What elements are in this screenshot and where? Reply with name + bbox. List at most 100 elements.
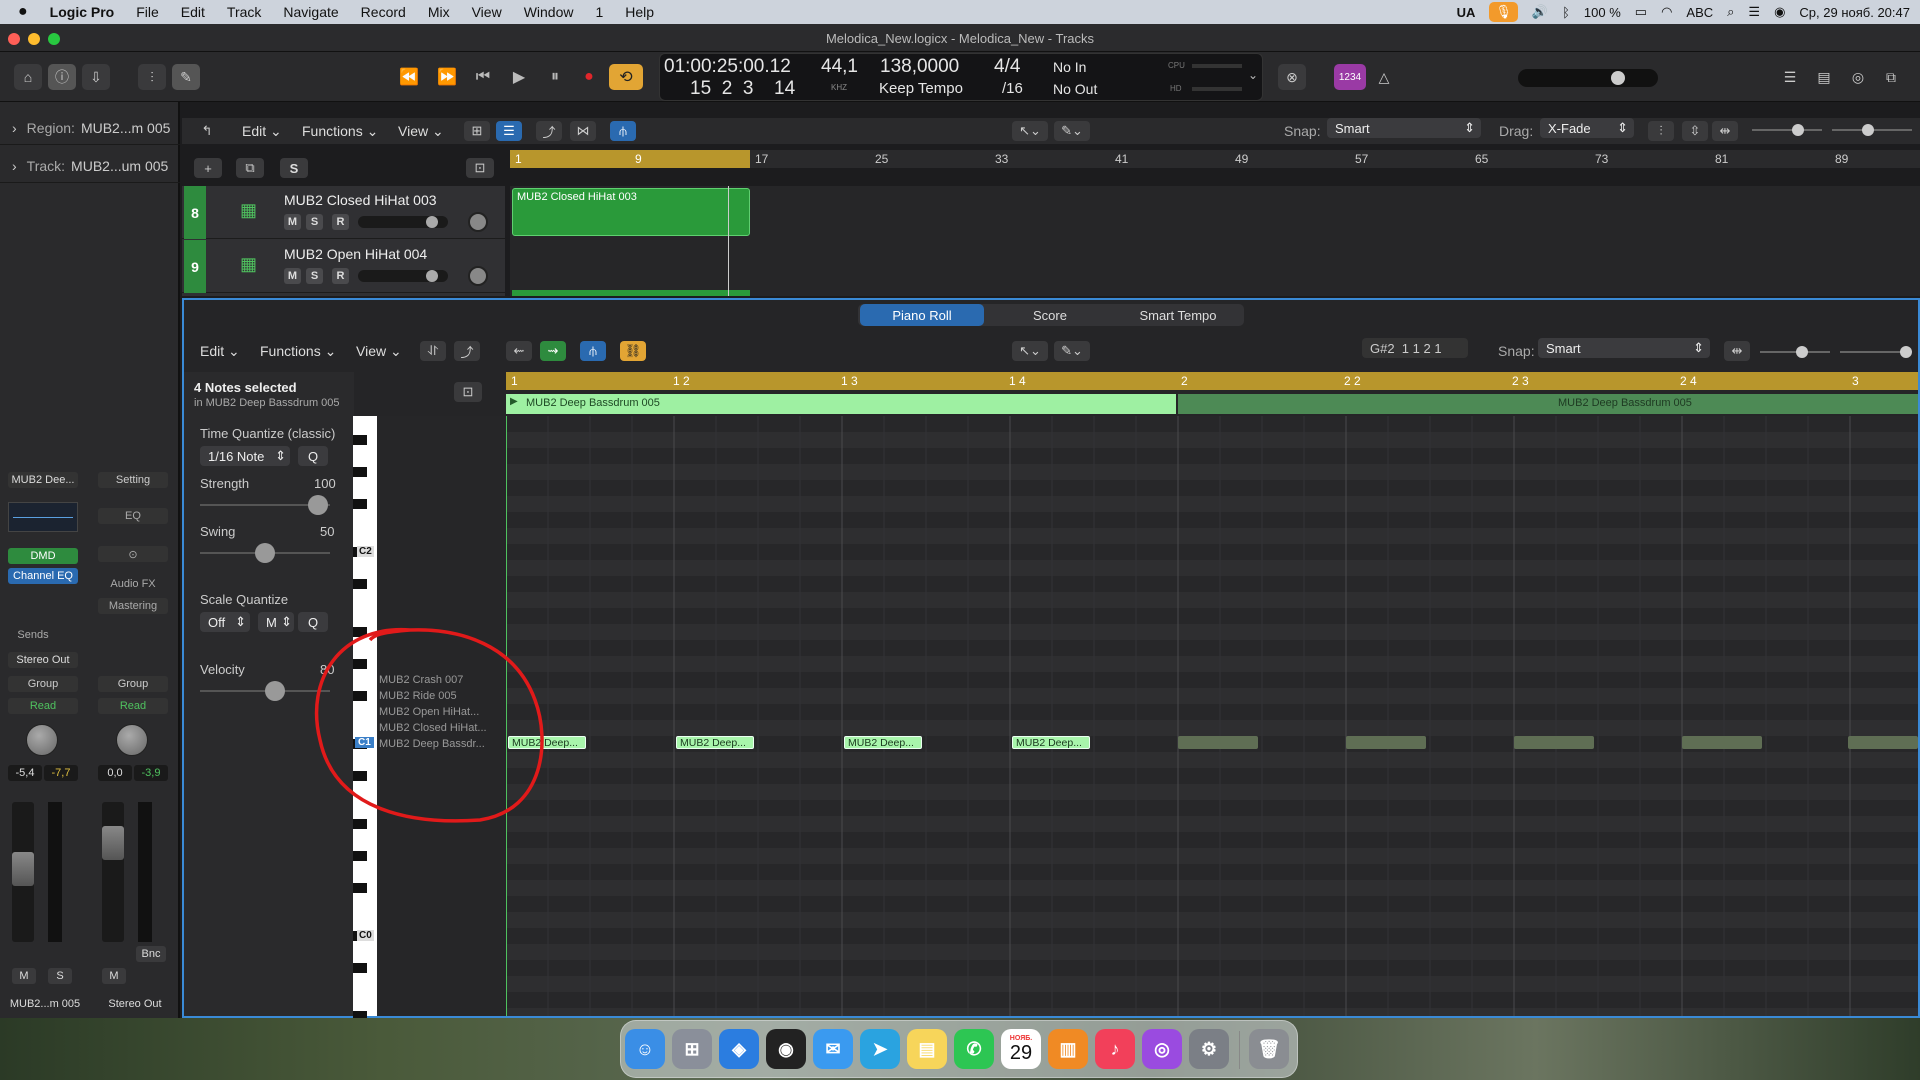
- bounce-button[interactable]: Bnc: [136, 946, 166, 962]
- menu-navigate[interactable]: Navigate: [272, 4, 349, 20]
- channel-eq-plugin[interactable]: Channel EQ: [8, 568, 78, 584]
- wifi-icon[interactable]: ◠: [1661, 4, 1672, 20]
- browser-icon[interactable]: ⧉: [1877, 64, 1905, 90]
- editors-button[interactable]: ✎: [172, 64, 200, 90]
- menu-view[interactable]: View: [461, 4, 513, 20]
- setting-button[interactable]: Setting: [98, 472, 168, 488]
- grid-view-icon[interactable]: ⊞: [464, 121, 490, 141]
- drag-select[interactable]: X-Fade ⇕: [1540, 118, 1634, 138]
- pan-knob[interactable]: [26, 724, 58, 756]
- playhead[interactable]: [728, 186, 729, 296]
- time-quantize-select[interactable]: 1/16 Note ⇕: [200, 446, 290, 466]
- notes-icon[interactable]: ▤: [907, 1029, 947, 1069]
- black-key[interactable]: [353, 883, 367, 893]
- piano-roll-ruler[interactable]: 1 1 2 1 3 1 4 2 2 2 2 3 2 4 3: [506, 372, 1918, 390]
- track-name[interactable]: MUB2 Open HiHat 004: [284, 246, 427, 262]
- library-button[interactable]: ⌂: [14, 64, 42, 90]
- mute-button[interactable]: M: [12, 968, 36, 984]
- input-language[interactable]: UA: [1457, 5, 1476, 20]
- music-icon[interactable]: ♪: [1095, 1029, 1135, 1069]
- cycle-region[interactable]: [510, 150, 750, 168]
- quantize-button[interactable]: Q: [298, 446, 328, 466]
- track-name[interactable]: MUB2 Closed HiHat 003: [284, 192, 437, 208]
- podcasts-icon[interactable]: ◎: [1142, 1029, 1182, 1069]
- count-in-badge[interactable]: 1234: [1334, 64, 1366, 90]
- logic-pro-icon[interactable]: ◉: [766, 1029, 806, 1069]
- snap-align-icon[interactable]: ⫛: [610, 121, 636, 141]
- mail-icon[interactable]: ✉: [813, 1029, 853, 1069]
- master-volume-thumb[interactable]: [1611, 71, 1625, 85]
- scale-root-select[interactable]: Off ⇕: [200, 612, 250, 632]
- microphone-icon[interactable]: 🎙: [1489, 2, 1518, 22]
- tab-piano-roll[interactable]: Piano Roll: [860, 304, 984, 326]
- whatsapp-icon[interactable]: ✆: [954, 1029, 994, 1069]
- pencil-tool-icon[interactable]: ✎⌄: [1054, 121, 1090, 141]
- volume-icon[interactable]: 🔊: [1532, 4, 1548, 20]
- pr-functions-menu[interactable]: Functions ⌄: [260, 341, 336, 361]
- track-record-button[interactable]: R: [332, 214, 349, 230]
- pr-automation-icon[interactable]: ⤴: [454, 341, 480, 361]
- track-record-button[interactable]: R: [332, 268, 349, 284]
- menu-mix[interactable]: Mix: [417, 4, 461, 20]
- finder-icon[interactable]: ☺: [625, 1029, 665, 1069]
- menu-track[interactable]: Track: [216, 4, 272, 20]
- midi-region[interactable]: MUB2 Closed HiHat 003: [512, 188, 750, 236]
- pr-snap-icon[interactable]: ⫛: [580, 341, 606, 361]
- track-inspector-header[interactable]: › Track: MUB2...um 005: [0, 149, 180, 183]
- master-volume-slider[interactable]: [1518, 69, 1658, 87]
- eq-thumbnail[interactable]: [8, 502, 78, 532]
- track-solo-button[interactable]: S: [306, 268, 323, 284]
- volume-fader-cap-2[interactable]: [102, 826, 124, 860]
- list-editors-icon[interactable]: ☰: [1776, 64, 1804, 90]
- pr-cycle-region[interactable]: [506, 372, 1918, 390]
- pan-knob-2[interactable]: [116, 724, 148, 756]
- smart-controls-button[interactable]: ⊗: [1278, 64, 1306, 90]
- pr-pointer-tool-icon[interactable]: ↖⌄: [1012, 341, 1048, 361]
- pr-pencil-tool-icon[interactable]: ✎⌄: [1054, 341, 1090, 361]
- black-key[interactable]: [353, 579, 367, 589]
- fit-horizontal-icon[interactable]: ⇹: [1712, 121, 1738, 141]
- midi-note-selected[interactable]: MUB2 Deep...: [676, 736, 754, 749]
- tracks-functions-menu[interactable]: Functions ⌄: [302, 121, 378, 141]
- loop-browser-icon[interactable]: ◎: [1844, 64, 1872, 90]
- track-volume-thumb[interactable]: [426, 270, 438, 282]
- track-mute-button[interactable]: M: [284, 268, 301, 284]
- calendar-icon[interactable]: НОЯБ. 29: [1001, 1029, 1041, 1069]
- lcd-dropdown-icon[interactable]: ⌄: [1248, 68, 1258, 82]
- flex-icon[interactable]: ⋈: [570, 121, 596, 141]
- catch-icon[interactable]: ↰: [194, 121, 220, 141]
- menu-window[interactable]: Window: [513, 4, 585, 20]
- horizontal-zoom-thumb[interactable]: [1862, 124, 1874, 136]
- mixer-button[interactable]: ⫶: [138, 64, 166, 90]
- loop-region-bar[interactable]: MUB2 Deep Bassdrum 005: [1178, 394, 1918, 414]
- toolbar-button[interactable]: ⇩: [82, 64, 110, 90]
- keyboard-layout[interactable]: ABC: [1686, 5, 1713, 20]
- volume-fader-cap[interactable]: [12, 852, 34, 886]
- vertical-zoom-thumb[interactable]: [1792, 124, 1804, 136]
- menu-logic-pro[interactable]: Logic Pro: [39, 4, 126, 20]
- track-pan-knob[interactable]: [468, 266, 488, 286]
- automation-mode-2[interactable]: Read: [98, 698, 168, 714]
- group-slot[interactable]: Group: [8, 676, 78, 692]
- pr-link-icon[interactable]: ⛓: [620, 341, 646, 361]
- track-mute-button[interactable]: M: [284, 214, 301, 230]
- tracks-edit-menu[interactable]: Edit ⌄: [242, 121, 282, 141]
- tracks-view-menu[interactable]: View ⌄: [398, 121, 444, 141]
- note-grid[interactable]: MUB2 Deep... MUB2 Deep... MUB2 Deep... M…: [506, 416, 1918, 1016]
- system-settings-icon[interactable]: ⚙: [1189, 1029, 1229, 1069]
- pointer-tool-icon[interactable]: ↖⌄: [1012, 121, 1048, 141]
- play-icon[interactable]: ▶: [502, 64, 536, 90]
- black-key[interactable]: [353, 467, 367, 477]
- tab-smart-tempo[interactable]: Smart Tempo: [1116, 304, 1240, 326]
- launchpad-icon[interactable]: ⊞: [672, 1029, 712, 1069]
- pr-snap-select[interactable]: Smart ⇕: [1538, 338, 1710, 358]
- spotlight-icon[interactable]: ⌕: [1727, 4, 1734, 20]
- group-slot-2[interactable]: Group: [98, 676, 168, 692]
- solo-button[interactable]: S: [48, 968, 72, 984]
- battery-icon[interactable]: ▭: [1635, 4, 1647, 20]
- track-header-options-icon[interactable]: ⊡: [466, 158, 494, 178]
- notepad-icon[interactable]: ▤: [1810, 64, 1838, 90]
- menu-file[interactable]: File: [125, 4, 170, 20]
- menu-edit[interactable]: Edit: [170, 4, 216, 20]
- go-to-start-icon[interactable]: ⏮: [466, 64, 500, 90]
